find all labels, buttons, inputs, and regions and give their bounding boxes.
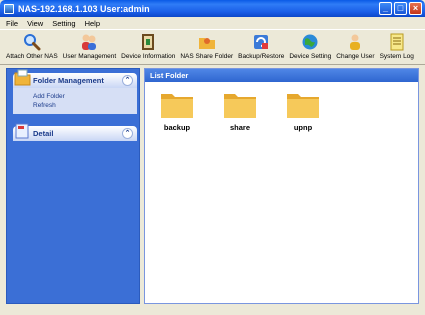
app-icon [4,3,14,14]
list-folder-panel: List Folder backup share upnp [144,68,419,304]
detail-icon [15,123,29,139]
close-button[interactable]: × [409,2,422,15]
device-info-icon [142,34,155,50]
minimize-button[interactable]: _ [379,2,392,15]
menu-help[interactable]: Help [85,19,100,28]
folder-item-share[interactable]: share [218,89,262,132]
change-user-icon [350,34,361,50]
device-information-button[interactable]: Device Information [121,30,175,60]
toolbar: Attach Other NAS User Management Device … [0,29,425,65]
nas-share-folder-button[interactable]: NAS Share Folder [180,30,233,60]
log-icon [390,33,404,51]
folder-management-body: Add Folder Refresh [13,88,137,114]
list-folder-header: List Folder [145,69,418,82]
add-folder-link[interactable]: Add Folder [33,92,137,101]
folder-icon [224,94,256,118]
task-pane: Folder Management ⌃ Add Folder Refresh D… [6,68,140,304]
folder-item-upnp[interactable]: upnp [281,89,325,132]
refresh-link[interactable]: Refresh [33,101,137,110]
status-bar [0,306,425,315]
device-setting-button[interactable]: Device Setting [289,30,331,60]
folder-management-title: Folder Management [33,76,104,85]
folder-management-header[interactable]: Folder Management ⌃ [13,69,137,88]
share-folder-icon [198,38,215,49]
menu-view[interactable]: View [27,19,43,28]
folder-icon [161,94,193,118]
backup-icon [254,35,269,49]
folder-management-icon [14,69,31,86]
change-user-button[interactable]: Change User [336,30,375,60]
maximize-button[interactable]: □ [394,2,407,15]
folder-management-group: Folder Management ⌃ Add Folder Refresh [13,69,137,114]
backup-restore-button[interactable]: Backup/Restore [238,30,284,60]
menu-file[interactable]: File [6,19,18,28]
chevron-up-icon[interactable]: ⌃ [122,128,133,139]
system-log-button[interactable]: System Log [380,30,414,60]
folder-icon [287,94,319,118]
menu-bar: File View Setting Help [0,17,425,29]
user-management-button[interactable]: User Management [63,30,116,60]
search-icon [23,34,41,51]
detail-group: Detail ⌃ [13,123,137,141]
folder-item-backup[interactable]: backup [155,89,199,132]
chevron-up-icon[interactable]: ⌃ [122,75,133,86]
detail-header[interactable]: Detail ⌃ [13,123,137,141]
attach-other-nas-button[interactable]: Attach Other NAS [6,30,58,60]
window-title: NAS-192.168.1.103 User:admin [18,3,150,14]
detail-title: Detail [33,129,54,138]
title-bar: NAS-192.168.1.103 User:admin _ □ × [0,0,425,17]
users-icon [82,34,97,50]
menu-setting[interactable]: Setting [52,19,75,28]
globe-icon [302,34,318,50]
